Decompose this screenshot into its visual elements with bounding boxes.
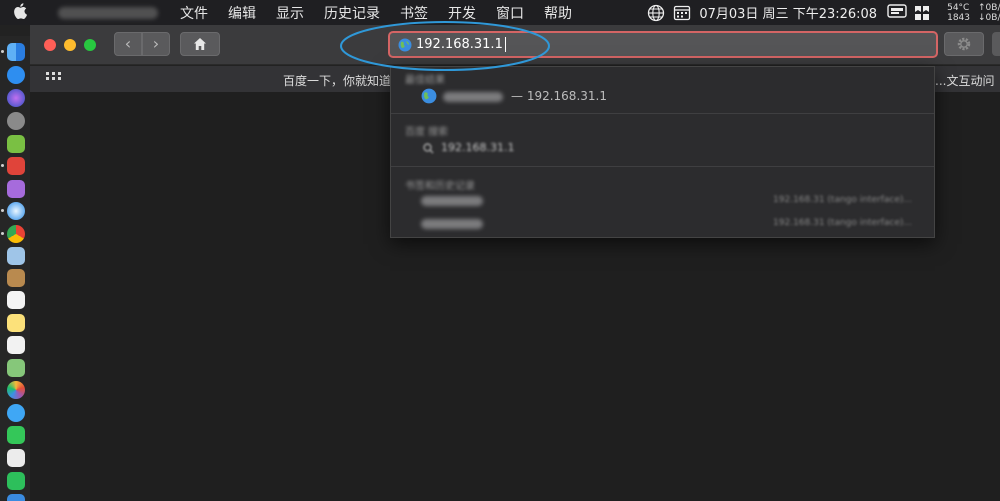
chevron-right-icon: › [152, 34, 160, 53]
keynote-icon[interactable] [7, 494, 25, 501]
favorite-baidu[interactable]: 百度一下，你就知道 [283, 72, 391, 89]
menubar-clock[interactable]: 07月03日 周三 下午23:26:08 [699, 3, 877, 22]
menu-edit[interactable]: 编辑 [218, 3, 266, 23]
running-indicator [1, 164, 4, 167]
divider [391, 113, 934, 114]
dock [0, 36, 30, 501]
running-indicator [1, 209, 4, 212]
menubar: 文件 编辑 显示 历史记录 书签 开发 窗口 帮助 07月03日 周三 下午23… [0, 0, 1000, 25]
notes-icon[interactable] [7, 314, 25, 332]
cpu-temp: 54°C [947, 2, 970, 13]
browser-toolbar: ‹ › 192.168.31.1 [30, 25, 1000, 65]
status-area: 07月03日 周三 下午23:26:08 54°C 1843 ↑0B/ ↓0B/ [647, 0, 1000, 25]
close-window-button[interactable] [44, 39, 56, 51]
favorite-truncated[interactable]: ...文互动问 [935, 72, 994, 89]
reminders-icon[interactable] [7, 336, 25, 354]
divider [391, 166, 934, 167]
app-store-icon[interactable] [7, 66, 25, 84]
menu-window[interactable]: 窗口 [486, 3, 534, 23]
text-caret [504, 37, 506, 52]
menu-develop[interactable]: 开发 [438, 3, 486, 23]
menu-history[interactable]: 历史记录 [314, 3, 390, 23]
forward-button[interactable]: › [142, 32, 170, 56]
top-hit-url: — 192.168.31.1 [511, 89, 607, 103]
history-item[interactable]: 192.168.31 (tango interface)... [391, 189, 934, 213]
address-bar-text: 192.168.31.1 [416, 37, 503, 52]
textedit-icon[interactable] [7, 449, 25, 467]
preview-icon[interactable] [7, 247, 25, 265]
globe-input-icon[interactable] [647, 4, 665, 22]
grid-icon[interactable] [46, 72, 62, 86]
address-suggestions: 最佳结果 — 192.168.31.1 百度 搜索 192.168.31.1 书… [390, 66, 935, 238]
app-purple-icon[interactable] [7, 180, 25, 198]
history-title-blurred [421, 219, 483, 229]
globe-icon [398, 38, 412, 52]
running-indicator [1, 232, 4, 235]
home-button[interactable] [180, 32, 220, 56]
toolbar-overflow-button[interactable] [992, 32, 1000, 56]
history-item[interactable]: 192.168.31 (tango interface)... [391, 212, 934, 236]
launchpad-icon[interactable] [7, 112, 25, 130]
app-name-blurred [58, 6, 158, 19]
back-button[interactable]: ‹ [114, 32, 142, 56]
notebook-icon[interactable] [7, 269, 25, 287]
network-monitor[interactable]: ↑0B/ ↓0B/ [978, 3, 1000, 23]
minimize-window-button[interactable] [64, 39, 76, 51]
menu-view[interactable]: 显示 [266, 3, 314, 23]
history-url: 192.168.31 (tango interface)... [773, 195, 912, 205]
net-upload: ↑0B/ [978, 2, 1000, 13]
facetime-icon[interactable] [7, 426, 25, 444]
fan-rpm: 1843 [947, 12, 970, 23]
app-logo-icon[interactable] [913, 4, 931, 22]
screen: 文件 编辑 显示 历史记录 书签 开发 窗口 帮助 07月03日 周三 下午23… [0, 0, 1000, 501]
maps-icon[interactable] [7, 359, 25, 377]
calendar-app-icon[interactable] [7, 291, 25, 309]
history-title-blurred [421, 196, 483, 206]
address-bar[interactable]: 192.168.31.1 [388, 31, 938, 58]
chevron-left-icon: ‹ [124, 34, 132, 53]
menu-bookmarks[interactable]: 书签 [390, 3, 438, 23]
search-query: 192.168.31.1 [441, 141, 515, 154]
gear-icon [957, 37, 971, 51]
app-red-icon[interactable] [7, 157, 25, 175]
suggestion-search[interactable]: 192.168.31.1 [391, 135, 934, 163]
safari-icon[interactable] [7, 202, 25, 220]
finder-icon[interactable] [7, 43, 25, 61]
numbers-icon[interactable] [7, 472, 25, 490]
zoom-window-button[interactable] [84, 39, 96, 51]
system-monitor[interactable]: 54°C 1843 [947, 3, 970, 23]
globe-icon [421, 88, 437, 104]
search-icon [423, 143, 434, 154]
photos-icon[interactable] [7, 381, 25, 399]
suggestion-top-hit[interactable]: — 192.168.31.1 [391, 83, 934, 111]
running-indicator [1, 50, 4, 53]
top-hit-title-blurred [443, 92, 503, 102]
home-icon [194, 38, 206, 50]
menu-help[interactable]: 帮助 [534, 3, 582, 23]
net-download: ↓0B/ [978, 12, 1000, 23]
calendar-icon[interactable] [673, 4, 691, 22]
siri-icon[interactable] [7, 89, 25, 107]
messages-icon[interactable] [7, 404, 25, 422]
history-url: 192.168.31 (tango interface)... [773, 218, 912, 228]
android-studio-icon[interactable] [7, 135, 25, 153]
display-toggle-icon[interactable] [887, 3, 907, 22]
menu-file[interactable]: 文件 [170, 3, 218, 23]
chrome-icon[interactable] [7, 225, 25, 243]
settings-button[interactable] [944, 32, 984, 56]
apple-menu-icon[interactable] [0, 2, 40, 23]
